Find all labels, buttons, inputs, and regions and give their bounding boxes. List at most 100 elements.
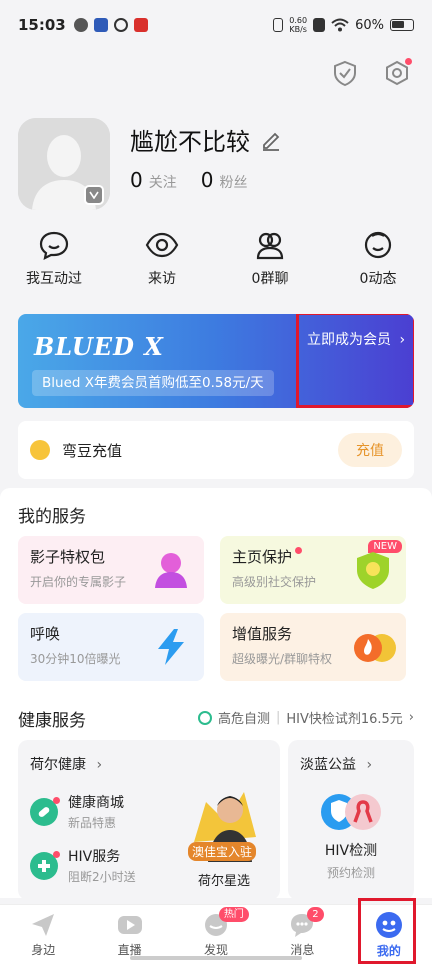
shield-lock-icon (357, 552, 389, 589)
loop-icon (113, 18, 128, 32)
verified-v-badge (84, 185, 104, 205)
cross-person-icon (38, 859, 50, 872)
video-play-icon (117, 916, 142, 934)
settings-button[interactable] (382, 58, 412, 88)
fans-label: 粉丝 (219, 175, 248, 191)
fans-stat[interactable]: 0 粉丝 (201, 168, 248, 192)
service-card-shadow[interactable]: 影子特权包 开启你的专属影子 (18, 536, 204, 604)
quick-label: 0群聊 (251, 271, 289, 287)
net-speed-unit: KB/s (289, 25, 307, 34)
danlan-header[interactable]: 淡蓝公益 › (300, 754, 372, 774)
banner-brand: BLUED X (34, 332, 164, 361)
flame-group-icon (354, 634, 396, 662)
tab-nearby[interactable]: 身边 (0, 905, 86, 964)
chat-bubble-smile-icon (39, 231, 69, 260)
health-title: 健康服务 (18, 711, 86, 731)
profile-header: 尴尬不比较 0 关注 0 粉丝 (18, 118, 418, 210)
status-bar: 15:03 0.60 KB/s 60% (0, 0, 432, 50)
hiv-service-subtitle: 阻断2小时送 (68, 870, 136, 884)
name-row: 尴尬不比较 (130, 122, 282, 157)
health-mall-item[interactable]: 健康商城 新品特惠 (30, 792, 124, 831)
hot-badge: 热门 (218, 907, 249, 922)
shield-check-icon (334, 60, 356, 87)
wifi-icon (331, 18, 349, 32)
health-links: 高危自测 | HIV快检试剂16.5元 › (197, 708, 414, 727)
self-test-icon (197, 710, 212, 725)
home-indicator (130, 956, 302, 960)
follow-label: 关注 (148, 175, 177, 191)
settings-notification-dot (405, 58, 412, 65)
net-speed: 0.60 KB/s (289, 16, 307, 34)
recharge-button[interactable]: 充值 (338, 433, 402, 467)
lightning-icon (158, 629, 184, 665)
hiv-test-title: HIV检测 (324, 843, 378, 859)
quick-actions: 我互动过 来访 0群聊 0动态 (0, 230, 432, 288)
top-actions (330, 58, 412, 88)
hiv-test-item[interactable]: HIV检测 预约检测 (288, 840, 414, 881)
smile-face-icon (364, 231, 392, 259)
sim-icon (313, 18, 326, 32)
status-right: 0.60 KB/s 60% (273, 16, 414, 34)
vibrate-icon (273, 18, 284, 32)
quick-item-moments[interactable]: 0动态 (324, 230, 432, 288)
battery-percent: 60% (355, 17, 384, 33)
service-card-call[interactable]: 呼唤 30分钟10倍曝光 (18, 613, 204, 681)
danlan-box: 淡蓝公益 › HIV检测 预约检测 (288, 740, 414, 900)
notification-icons (73, 18, 148, 32)
hiv-service-title: HIV服务 (68, 849, 121, 865)
vip-banner[interactable]: BLUED X Blued X年费会员首购低至0.58元/天 立即成为会员 › (18, 314, 414, 408)
protection-red-dot (295, 547, 303, 554)
quick-item-group-chat[interactable]: 0群聊 (216, 230, 324, 288)
chevron-right-icon: › (408, 710, 414, 725)
fans-count: 0 (200, 168, 214, 192)
danlan-title: 淡蓝公益 (300, 757, 356, 773)
banner-promo: Blued X年费会员首购低至0.58元/天 (32, 370, 274, 396)
hiv-service-item[interactable]: HIV服务阻断2小时送 (30, 846, 136, 885)
battery-icon (390, 19, 414, 31)
services-section: 我的服务 影子特权包 开启你的专属影子 主页保护 高级别社交保护 NEW 呼唤 … (0, 488, 432, 900)
fan-icon (73, 18, 88, 32)
follow-count: 0 (130, 168, 143, 192)
hiv-kit-link[interactable]: HIV快检试剂16.5元 (286, 708, 402, 727)
chevron-right-icon: › (366, 757, 373, 773)
status-time: 15:03 (18, 16, 66, 34)
quick-item-interacted[interactable]: 我互动过 (0, 230, 108, 288)
recharge-row[interactable]: 弯豆充值 充值 (18, 421, 414, 479)
hiv-test-icon (321, 794, 381, 830)
mall-title: 健康商城 (68, 795, 124, 811)
bank-icon (93, 18, 108, 32)
mall-red-dot (53, 796, 60, 804)
hiv-red-dot (53, 850, 60, 858)
group-icon (256, 232, 284, 260)
tab-mine-highlight (358, 898, 416, 964)
quick-label: 来访 (148, 271, 176, 287)
pill-icon (30, 796, 60, 826)
promo-caption: 荷尔星选 (198, 874, 251, 889)
shadow-person-icon (155, 553, 187, 588)
service-card-value-added[interactable]: 增值服务 超级曝光/群聊特权 (220, 613, 406, 681)
heer-health-header[interactable]: 荷尔健康 › (30, 754, 102, 774)
chevron-right-icon: › (96, 757, 103, 773)
medical-person-icon (30, 850, 60, 880)
heer-health-box: 荷尔健康 › 健康商城 新品特惠 HIV服务 阻断2小时送 澳佳宝入驻 荷尔星选 (18, 740, 280, 900)
edit-pencil-icon[interactable] (260, 129, 282, 151)
paper-plane-icon (32, 914, 55, 936)
unread-badge: 2 (307, 907, 324, 922)
v-mark-icon (89, 191, 99, 199)
mall-subtitle: 新品特惠 (68, 816, 117, 830)
tab-label: 身边 (31, 943, 56, 957)
follow-stat[interactable]: 0 关注 (130, 168, 177, 192)
chevron-right-icon: › (399, 332, 406, 348)
become-member-button[interactable]: 立即成为会员 › (296, 314, 414, 408)
heer-health-title: 荷尔健康 (30, 757, 86, 773)
red-app-icon (133, 18, 148, 32)
services-title: 我的服务 (18, 507, 86, 527)
quick-item-visitors[interactable]: 来访 (108, 230, 216, 288)
self-test-link[interactable]: 高危自测 (218, 708, 270, 727)
profile-stats: 0 关注 0 粉丝 (130, 168, 247, 192)
shield-check-button[interactable] (330, 58, 360, 88)
hiv-test-subtitle: 预约检测 (326, 866, 375, 880)
service-card-protection[interactable]: 主页保护 高级别社交保护 NEW (220, 536, 406, 604)
profile-name: 尴尬不比较 (130, 128, 250, 156)
promo-product-card[interactable]: 澳佳宝入驻 荷尔星选 (186, 782, 272, 890)
